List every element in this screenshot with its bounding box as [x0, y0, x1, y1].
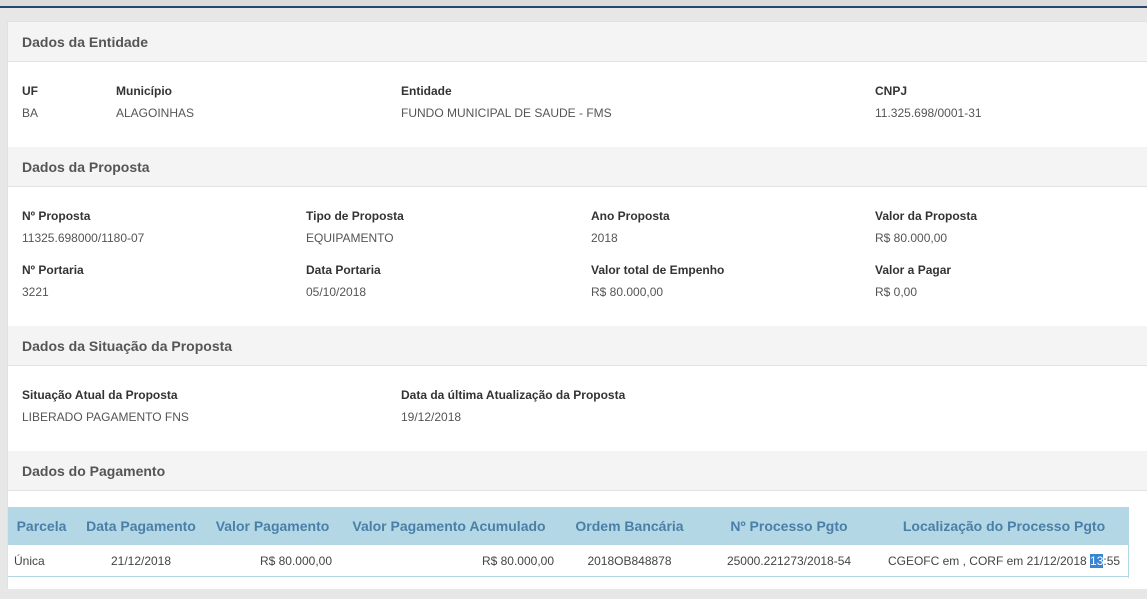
field-ano-proposta: Ano Proposta 2018 [591, 208, 670, 246]
field-label: Município [116, 84, 172, 98]
field-label: Valor total de Empenho [591, 263, 725, 277]
field-label: Tipo de Proposta [306, 209, 404, 223]
details-panel: Dados da Entidade UF BA Município ALAGOI… [7, 21, 1147, 589]
column-header-data-pagamento[interactable]: Data Pagamento [75, 507, 207, 545]
field-situacao-atual: Situação Atual da Proposta LIBERADO PAGA… [22, 387, 189, 425]
localizacao-text-tail: :55 [1103, 553, 1121, 568]
field-value: 05/10/2018 [306, 285, 367, 299]
field-label: Entidade [401, 84, 452, 98]
field-numero-proposta: Nº Proposta 11325.698000/1180-07 [22, 208, 144, 246]
table-right-edge [1128, 507, 1129, 578]
cell-data-pagamento: 21/12/2018 [75, 545, 207, 577]
field-value: R$ 80.000,00 [591, 285, 664, 299]
field-valor-empenho: Valor total de Empenho R$ 80.000,00 [591, 262, 724, 300]
cell-ordem-bancaria: 2018OB848878 [560, 545, 699, 577]
field-label: Valor da Proposta [875, 209, 978, 223]
table-row: Única 21/12/2018 R$ 80.000,00 R$ 80.000,… [8, 545, 1129, 577]
field-label: Nº Portaria [22, 263, 84, 277]
section-header-pagamento: Dados do Pagamento [8, 451, 1147, 491]
field-label: UF [22, 84, 38, 98]
field-value: R$ 0,00 [875, 285, 918, 299]
column-header-parcela[interactable]: Parcela [8, 507, 75, 545]
field-entidade: Entidade FUNDO MUNICIPAL DE SAUDE - FMS [401, 83, 612, 121]
cell-valor-acumulado: R$ 80.000,00 [338, 545, 560, 577]
column-header-valor-acumulado[interactable]: Valor Pagamento Acumulado [338, 507, 560, 545]
localizacao-text: CGEOFC em , CORF em 21/12/2018 [887, 553, 1091, 568]
field-tipo-proposta: Tipo de Proposta EQUIPAMENTO [306, 208, 404, 246]
section-header-entidade: Dados da Entidade [8, 22, 1147, 62]
payment-table: Parcela Data Pagamento Valor Pagamento V… [8, 507, 1129, 577]
section-header-situacao: Dados da Situação da Proposta [8, 326, 1147, 366]
top-bar [0, 0, 1147, 8]
field-uf: UF BA [22, 83, 38, 121]
cell-valor-pagamento: R$ 80.000,00 [207, 545, 338, 577]
field-valor-a-pagar: Valor a Pagar R$ 0,00 [875, 262, 951, 300]
field-value: FUNDO MUNICIPAL DE SAUDE - FMS [401, 106, 612, 120]
field-value: LIBERADO PAGAMENTO FNS [22, 410, 189, 424]
field-municipio: Município ALAGOINHAS [116, 83, 194, 121]
field-cnpj: CNPJ 11.325.698/0001-31 [875, 83, 982, 121]
field-value: ALAGOINHAS [116, 106, 195, 120]
field-label: Ano Proposta [591, 209, 670, 223]
cell-localizacao: CGEOFC em , CORF em 21/12/2018 13:55 [879, 545, 1129, 577]
field-data-portaria: Data Portaria 05/10/2018 [306, 262, 381, 300]
field-label: Data da última Atualização da Proposta [401, 388, 626, 402]
field-value: EQUIPAMENTO [306, 231, 394, 245]
field-value: 2018 [591, 231, 618, 245]
field-value: R$ 80.000,00 [875, 231, 948, 245]
column-header-ordem-bancaria[interactable]: Ordem Bancária [560, 507, 699, 545]
field-value: 3221 [22, 285, 49, 299]
field-numero-portaria: Nº Portaria 3221 [22, 262, 84, 300]
field-value: 11325.698000/1180-07 [22, 231, 145, 245]
field-label: Valor a Pagar [875, 263, 952, 277]
field-value: 11.325.698/0001-31 [875, 106, 982, 120]
field-data-atualizacao: Data da última Atualização da Proposta 1… [401, 387, 625, 425]
column-header-localizacao[interactable]: Localização do Processo Pgto [879, 507, 1129, 545]
cell-parcela: Única [8, 545, 75, 577]
field-valor-proposta: Valor da Proposta R$ 80.000,00 [875, 208, 977, 246]
column-header-processo-pgto[interactable]: Nº Processo Pgto [699, 507, 879, 545]
table-header-row: Parcela Data Pagamento Valor Pagamento V… [8, 507, 1129, 545]
section-header-proposta: Dados da Proposta [8, 147, 1147, 187]
field-label: Situação Atual da Proposta [22, 388, 178, 402]
field-label: Nº Proposta [22, 209, 91, 223]
field-label: Data Portaria [306, 263, 381, 277]
selected-text-highlight: 13 [1090, 553, 1104, 568]
column-header-valor-pagamento[interactable]: Valor Pagamento [207, 507, 338, 545]
cell-processo-pgto: 25000.221273/2018-54 [699, 545, 879, 577]
field-value: BA [22, 106, 39, 120]
field-label: CNPJ [875, 84, 908, 98]
field-value: 19/12/2018 [401, 410, 462, 424]
